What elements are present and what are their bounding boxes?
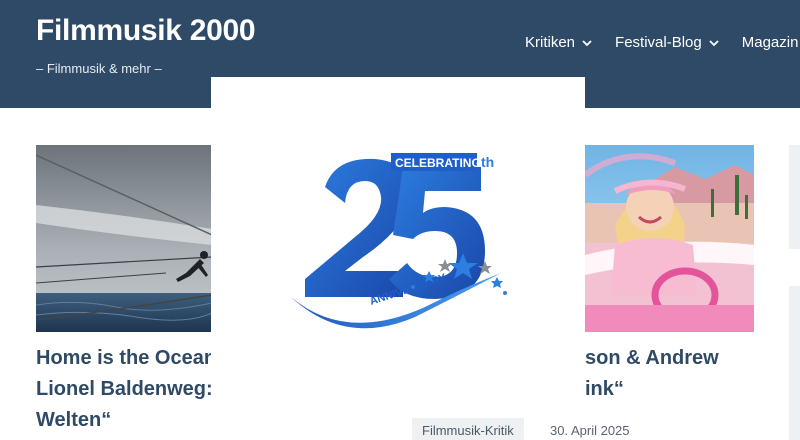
nav-item-magazin[interactable]: Magazin xyxy=(742,34,799,51)
chevron-down-icon xyxy=(709,39,719,46)
post-title-line: ink“ xyxy=(585,378,624,400)
anniversary-logo: CELEBRATING th ANNIVERSARY xyxy=(291,153,507,329)
celebrating-text: CELEBRATING xyxy=(395,156,481,170)
superscript-text: th xyxy=(481,154,494,170)
main-nav: Kritiken Festival-Blog Magazin xyxy=(525,34,798,51)
nav-item-kritiken[interactable]: Kritiken xyxy=(525,34,593,51)
post-date: 30. April 2025 xyxy=(550,423,630,438)
post-title-line: Lionel Baldenweg: xyxy=(36,378,212,400)
sidebar-widget xyxy=(789,145,800,249)
category-badge[interactable]: Filmmusik-Kritik xyxy=(412,418,524,440)
post-image-pink-car[interactable] xyxy=(585,145,754,332)
site-tagline: – Filmmusik & mehr – xyxy=(36,61,162,76)
chevron-down-icon xyxy=(582,39,592,46)
nav-item-festival-blog[interactable]: Festival-Blog xyxy=(615,34,720,51)
anniversary-popup: CELEBRATING th ANNIVERSARY xyxy=(211,77,585,377)
post-title-home-is-the-ocean[interactable]: Home is the Ocean Lionel Baldenweg: Welt… xyxy=(36,343,212,436)
post-title-line: son & Andrew xyxy=(585,347,719,369)
sailing-photo xyxy=(36,145,212,332)
site-title[interactable]: Filmmusik 2000 xyxy=(36,14,256,48)
barbie-car-photo xyxy=(585,145,754,332)
sidebar-widget xyxy=(789,286,800,440)
post-title-line: Welten“ xyxy=(36,409,112,431)
post-title-line: Home is the Ocean xyxy=(36,347,212,369)
post-image-sailing[interactable] xyxy=(36,145,212,332)
nav-item-label: Festival-Blog xyxy=(615,34,702,51)
nav-item-label: Kritiken xyxy=(525,34,576,51)
post-title-right[interactable]: son & Andrew ink“ xyxy=(585,343,785,405)
nav-item-label: Magazin xyxy=(741,34,799,51)
